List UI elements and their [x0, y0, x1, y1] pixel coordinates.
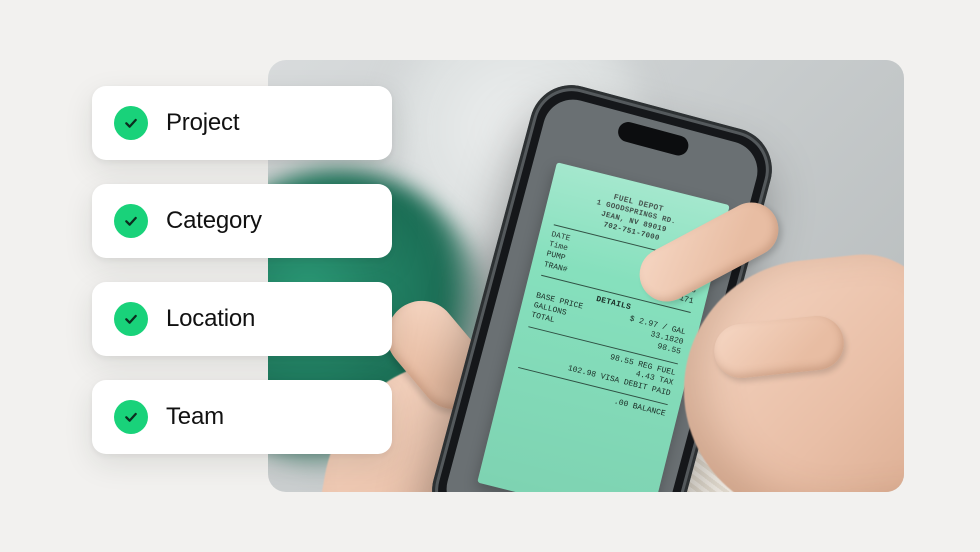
check-icon [114, 400, 148, 434]
tag-card-team[interactable]: Team [92, 380, 392, 454]
tag-label: Location [166, 305, 255, 333]
scanned-receipt: FUEL DEPOT 1 GOODSPRINGS RD. JEAN, NV 89… [477, 162, 730, 492]
check-icon [114, 204, 148, 238]
check-icon [114, 106, 148, 140]
tag-card-location[interactable]: Location [92, 282, 392, 356]
tag-label: Category [166, 207, 262, 235]
tag-card-project[interactable]: Project [92, 86, 392, 160]
phone-notch [616, 120, 691, 158]
tag-card-stack: Project Category Location Team [92, 86, 392, 454]
tag-label: Team [166, 403, 224, 431]
tag-card-category[interactable]: Category [92, 184, 392, 258]
check-icon [114, 302, 148, 336]
tag-label: Project [166, 109, 239, 137]
